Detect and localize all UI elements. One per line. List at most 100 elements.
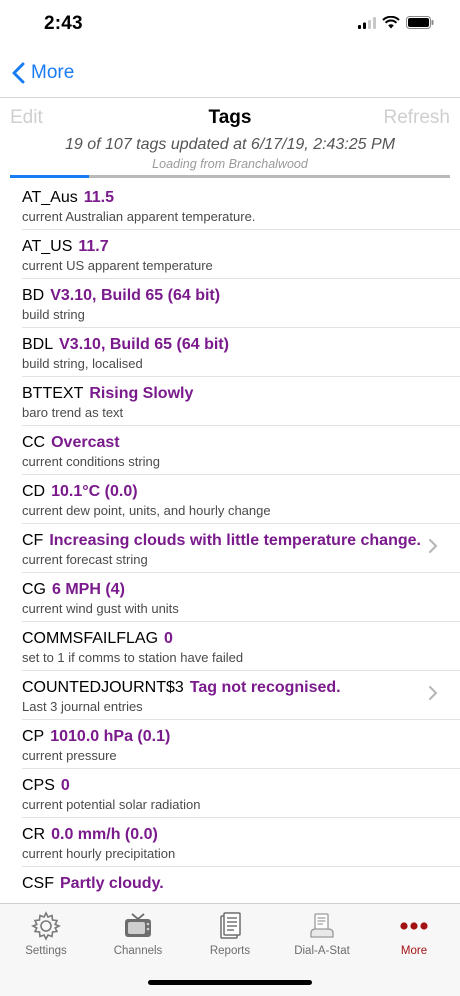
tag-value: 6 MPH (4) xyxy=(52,581,125,598)
tag-main-line: BD V3.10, Build 65 (64 bit) xyxy=(22,287,460,305)
tag-row[interactable]: AT_US 11.7 current US apparent temperatur… xyxy=(22,230,460,279)
tag-name: BTTEXT xyxy=(22,385,84,402)
tag-description: baro trend as text xyxy=(22,405,124,420)
tag-value: 10.1°C (0.0) xyxy=(51,483,138,500)
tag-description: set to 1 if comms to station have failed xyxy=(22,650,244,665)
tag-name: CG xyxy=(22,581,46,598)
tag-name: BDL xyxy=(22,336,54,353)
tag-main-line: CF Increasing clouds with little temperat… xyxy=(22,532,460,550)
tag-main-line: CSF Partly cloudy. xyxy=(22,875,460,893)
tag-description: current hourly precipitation xyxy=(22,846,176,861)
tab-reports[interactable]: Reports xyxy=(184,910,276,957)
tag-row[interactable]: CR 0.0 mm/h (0.0) current hourly precipit… xyxy=(22,818,460,867)
wifi-icon xyxy=(382,16,400,29)
tag-row[interactable]: CF Increasing clouds with little temperat… xyxy=(22,524,460,573)
status-time: 2:43 xyxy=(44,13,83,34)
tag-list[interactable]: AT_Aus 11.5 current Australian apparent t… xyxy=(0,181,460,903)
tags-toolbar: Edit Tags Refresh xyxy=(0,99,460,137)
tag-main-line: CR 0.0 mm/h (0.0) xyxy=(22,826,460,844)
gear-icon xyxy=(31,911,61,941)
tab-label: More xyxy=(400,945,428,957)
tag-main-line: CG 6 MPH (4) xyxy=(22,581,460,599)
tag-main-line: BTTEXT Rising Slowly xyxy=(22,385,460,403)
tag-row[interactable]: CG 6 MPH (4) current wind gust with units xyxy=(22,573,460,622)
chevron-right-icon xyxy=(429,539,438,553)
tag-name: COMMSFAILFLAG xyxy=(22,630,159,647)
tag-value: V3.10, Build 65 (64 bit) xyxy=(59,336,229,353)
tag-description: Last 3 journal entries xyxy=(22,699,143,714)
tag-name: BD xyxy=(22,287,45,304)
home-indicator xyxy=(148,980,312,985)
tv-icon xyxy=(125,913,151,937)
tag-value: Tag not recognised. xyxy=(189,679,341,696)
tag-row[interactable]: BD V3.10, Build 65 (64 bit) build string xyxy=(22,279,460,328)
tag-name: CC xyxy=(22,434,46,451)
document-icon xyxy=(220,912,241,939)
tag-description: current conditions string xyxy=(22,454,161,469)
tag-description: build string, localised xyxy=(22,356,143,371)
tag-description: current US apparent temperature xyxy=(22,258,213,273)
back-button[interactable]: More xyxy=(12,62,74,84)
tag-name: CPS xyxy=(22,777,55,794)
tag-main-line: CC Overcast xyxy=(22,434,460,452)
back-label: More xyxy=(31,62,75,83)
progress-bar xyxy=(10,175,450,178)
tab-settings[interactable]: Settings xyxy=(0,910,92,957)
battery-icon xyxy=(406,16,434,29)
tag-row[interactable]: CPS 0 current potential solar radiation xyxy=(22,769,460,818)
tab-channels[interactable]: Channels xyxy=(92,910,184,957)
tab-label: Dial-A-Stat xyxy=(294,945,350,957)
tag-name: CSF xyxy=(22,875,54,892)
tag-name: CP xyxy=(22,728,45,745)
tag-value: 0 xyxy=(164,630,173,647)
tag-description: build string xyxy=(22,307,85,322)
progress-bar-fill xyxy=(10,175,90,178)
tag-description: current Australian apparent temperature. xyxy=(22,209,256,224)
chevron-left-icon xyxy=(12,62,25,84)
tag-row[interactable]: CC Overcast current conditions string xyxy=(22,426,460,475)
refresh-button[interactable]: Refresh xyxy=(383,107,450,129)
tag-main-line: CP 1010.0 hPa (0.1) xyxy=(22,728,460,746)
tag-name: CR xyxy=(22,826,46,843)
tab-label: Reports xyxy=(209,945,251,957)
tag-description: current wind gust with units xyxy=(22,601,179,616)
tag-description: current forecast string xyxy=(22,552,148,567)
status-bar: 2:43 xyxy=(0,0,460,50)
update-status-text: 19 of 107 tags updated at 6/17/19, 2:43:… xyxy=(64,136,396,153)
tab-more[interactable]: More xyxy=(368,910,460,957)
tag-row[interactable]: COMMSFAILFLAG 0 set to 1 if comms to stat… xyxy=(22,622,460,671)
tag-name: AT_US xyxy=(22,238,73,255)
tag-value: 0.0 mm/h (0.0) xyxy=(51,826,158,843)
tag-value: 0 xyxy=(60,777,70,794)
tag-value: Rising Slowly xyxy=(89,385,194,402)
tag-row[interactable]: CP 1010.0 hPa (0.1) current pressure xyxy=(22,720,460,769)
tab-label: Channels xyxy=(113,945,163,957)
tab-dial-a-stat[interactable]: Dial-A-Stat xyxy=(276,910,368,957)
phone-document-icon xyxy=(310,913,334,938)
tag-value: Overcast xyxy=(51,434,120,451)
tag-main-line: COMMSFAILFLAG 0 xyxy=(22,630,460,648)
tag-description: current potential solar radiation xyxy=(22,797,201,812)
tag-row[interactable]: CD 10.1°C (0.0) current dew point, units,… xyxy=(22,475,460,524)
tag-name: AT_Aus xyxy=(22,189,78,206)
signal-icon xyxy=(358,16,376,29)
tag-value: 11.5 xyxy=(83,189,114,206)
tag-row[interactable]: CSF Partly cloudy. xyxy=(22,867,460,903)
tag-value: 1010.0 hPa (0.1) xyxy=(50,728,171,745)
tag-main-line: CD 10.1°C (0.0) xyxy=(22,483,460,501)
tag-description: current pressure xyxy=(22,748,117,763)
tag-row[interactable]: BTTEXT Rising Slowly baro trend as text xyxy=(22,377,460,426)
tab-label: Settings xyxy=(25,945,67,957)
loading-status-text: Loading from Branchalwood xyxy=(152,157,308,171)
tag-name: CF xyxy=(22,532,44,549)
tag-main-line: BDL V3.10, Build 65 (64 bit) xyxy=(22,336,460,354)
tag-main-line: AT_US 11.7 xyxy=(22,238,460,256)
tag-row[interactable]: AT_Aus 11.5 current Australian apparent t… xyxy=(22,181,460,230)
more-dots-icon xyxy=(400,922,428,930)
tag-value: 11.7 xyxy=(78,238,109,255)
tag-value: Partly cloudy. xyxy=(60,875,164,892)
tag-name: CD xyxy=(22,483,46,500)
tag-description: current dew point, units, and hourly cha… xyxy=(22,503,271,518)
tag-row[interactable]: COUNTEDJOURNT$3 Tag not recognised. Last … xyxy=(22,671,460,720)
tag-row[interactable]: BDL V3.10, Build 65 (64 bit) build string… xyxy=(22,328,460,377)
